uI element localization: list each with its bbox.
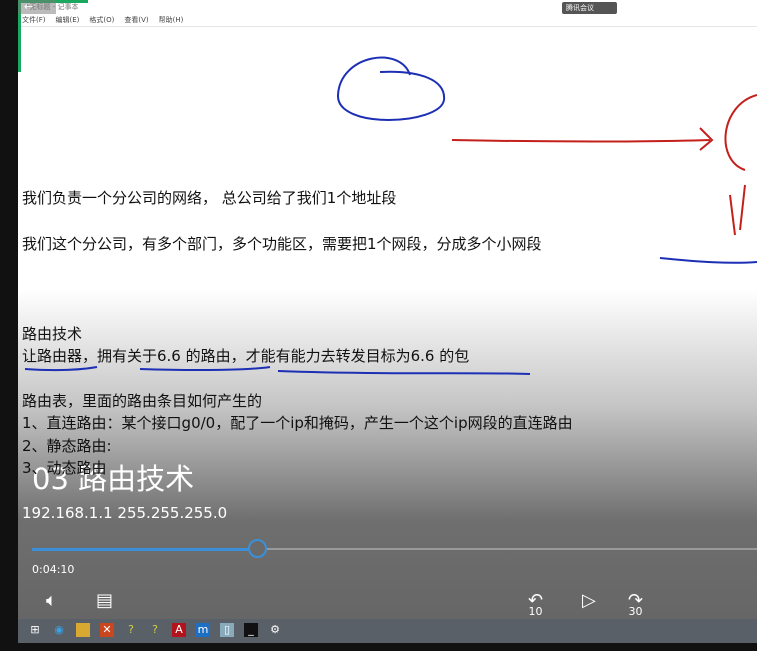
app-icon[interactable]: m — [196, 623, 210, 637]
current-time: 0:04:10 — [32, 563, 75, 576]
meeting-label: 腾讯会议 — [566, 4, 594, 12]
forward-button[interactable]: ↷ 30 — [628, 590, 643, 618]
play-button[interactable]: ▷ — [582, 590, 596, 611]
menu-file[interactable]: 文件(F) — [22, 15, 46, 25]
tool2-icon[interactable]: ? — [148, 623, 162, 637]
text-line: 我们负责一个分公司的网络， 总公司给了我们1个地址段 — [22, 189, 397, 207]
captions-icon: ▤ — [96, 590, 114, 611]
meeting-badge[interactable]: 腾讯会议 — [562, 2, 617, 14]
volume-icon: 🔈︎ — [46, 590, 57, 611]
menu-help[interactable]: 帮助(H) — [159, 15, 184, 25]
volume-button[interactable]: 🔈︎ — [46, 590, 57, 611]
captions-button[interactable]: ▤ — [96, 590, 113, 611]
window-title: *无标题 - 记事本 — [26, 3, 79, 11]
edge-icon[interactable]: ◉ — [52, 623, 66, 637]
seek-bar[interactable] — [32, 539, 757, 558]
seek-thumb[interactable] — [247, 539, 267, 558]
back-button[interactable]: ← — [18, 0, 56, 14]
folder-icon[interactable] — [76, 623, 90, 637]
text-line: 1、直连路由：某个接口g0/0，配了一个ip和掩码，产生一个这个ip网段的直连路… — [22, 414, 573, 432]
taskbar: ⊞ ◉ ✕ ? ? A m ▯ _ ⚙ — [18, 619, 757, 643]
menu-view[interactable]: 查看(V) — [124, 15, 148, 25]
rewind-button[interactable]: ↶ 10 — [528, 590, 543, 618]
terminal-icon[interactable]: _ — [244, 623, 258, 637]
tool-icon[interactable]: ? — [124, 623, 138, 637]
xmind-icon[interactable]: ✕ — [100, 623, 114, 637]
text-line: 让路由器，拥有关于6.6 的路由，才能有能力去转发目标为6.6 的包 — [22, 347, 470, 365]
text-line: 路由技术 — [22, 325, 83, 343]
play-icon: ▷ — [582, 590, 596, 611]
pdf-icon[interactable]: A — [172, 623, 186, 637]
settings-icon[interactable]: ⚙ — [268, 623, 282, 637]
text-line: 3、动态路由 — [22, 459, 107, 477]
text-line: 2、静态路由: — [22, 437, 112, 455]
menu-format[interactable]: 格式(O) — [89, 15, 114, 25]
text-line: 路由表，里面的路由条目如何产生的 — [22, 392, 263, 410]
forward-label: 30 — [628, 605, 643, 618]
text-line: 我们这个分公司，有多个部门，多个功能区，需要把1个网段，分成多个小网段 — [22, 235, 542, 253]
seek-progress — [32, 548, 257, 551]
start-icon[interactable]: ⊞ — [28, 623, 42, 637]
player-overlay — [18, 290, 757, 620]
rewind-label: 10 — [528, 605, 543, 618]
menu-bar: 文件(F) 编辑(E) 格式(O) 查看(V) 帮助(H) — [22, 15, 183, 25]
tablet-icon[interactable]: ▯ — [220, 623, 234, 637]
divider — [18, 26, 757, 27]
arrow-left-icon: ← — [24, 0, 34, 13]
menu-edit[interactable]: 编辑(E) — [56, 15, 80, 25]
text-line: 192.168.1.1 255.255.255.0 — [22, 504, 228, 522]
